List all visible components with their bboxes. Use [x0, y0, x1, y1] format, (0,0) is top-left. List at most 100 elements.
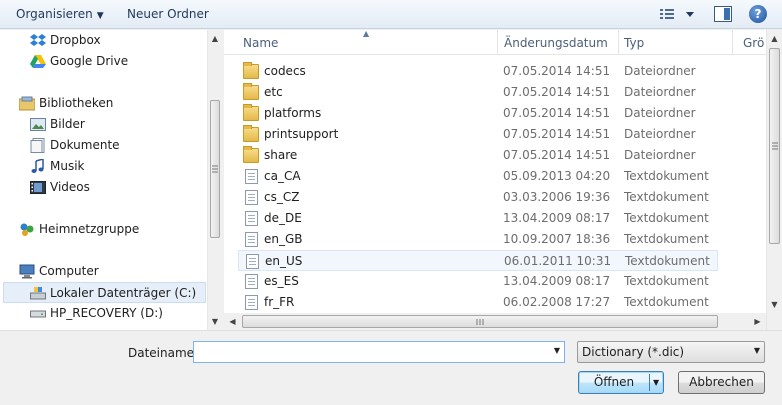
nav-item-dropbox[interactable]: Dropbox	[30, 30, 200, 51]
nav-item-google-drive[interactable]: Google Drive	[30, 51, 200, 72]
pictures-icon	[30, 118, 46, 131]
filename-label: Dateiname:	[128, 346, 199, 360]
column-header-size[interactable]: Grö	[743, 36, 764, 50]
file-name: codecs	[264, 64, 306, 78]
organize-label: Organisieren	[16, 7, 93, 21]
videos-icon	[30, 181, 46, 194]
file-row[interactable]: platforms 07.05.2014 14:51 Dateiordner	[238, 103, 718, 124]
preview-pane-icon[interactable]	[714, 6, 732, 22]
folder-icon	[243, 62, 259, 79]
file-date: 05.09.2013 04:20	[503, 169, 611, 183]
nav-item-homegroup[interactable]: Heimnetzgruppe	[19, 219, 199, 240]
text-document-icon	[245, 274, 258, 289]
file-row[interactable]: codecs 07.05.2014 14:51 Dateiordner	[238, 61, 718, 82]
file-row[interactable]: etc 07.05.2014 14:51 Dateiordner	[238, 82, 718, 103]
column-header-type[interactable]: Typ	[624, 36, 644, 50]
nav-item-label: Google Drive	[50, 54, 129, 68]
file-date: 07.05.2014 14:51	[503, 106, 611, 120]
file-row[interactable]: en_GB 10.09.2007 18:36 Textdokument	[238, 229, 718, 250]
help-icon[interactable]: ?	[749, 5, 767, 23]
nav-item-pictures[interactable]: Bilder	[30, 114, 200, 135]
scroll-left-icon[interactable]: ◀	[224, 313, 241, 330]
file-date: 03.03.2006 19:36	[503, 190, 611, 204]
file-type: Dateiordner	[624, 106, 696, 120]
file-type-filter-value: Dictionary (*.dic)	[582, 345, 685, 359]
nav-item-documents[interactable]: Dokumente	[30, 135, 200, 156]
text-document-icon	[245, 190, 258, 205]
nav-item-libraries[interactable]: Bibliotheken	[19, 93, 199, 114]
scroll-up-icon[interactable]: ▲	[208, 30, 222, 47]
column-header-name[interactable]: Name	[243, 36, 278, 50]
open-options-chevron-icon[interactable]: ▼	[653, 372, 659, 393]
homegroup-icon	[20, 223, 34, 236]
file-name: fr_FR	[264, 295, 295, 309]
nav-item-label: Musik	[50, 159, 85, 173]
music-icon	[31, 159, 44, 173]
file-type: Textdokument	[624, 232, 709, 246]
nav-item-label: Computer	[39, 264, 99, 278]
text-document-icon	[245, 232, 258, 247]
organize-button[interactable]: Organisieren ▼	[16, 7, 104, 21]
file-row[interactable]: es_ES 13.04.2009 08:17 Textdokument	[238, 271, 718, 292]
file-type: Textdokument	[624, 190, 709, 204]
column-header-row: ▲ Name Änderungsdatum Typ Grö	[224, 30, 766, 55]
scroll-down-icon[interactable]: ▼	[208, 313, 222, 330]
nav-item-label: Heimnetzgruppe	[39, 222, 140, 236]
cancel-button[interactable]: Abbrechen	[678, 371, 765, 394]
file-row[interactable]: fr_FR 06.02.2008 17:27 Textdokument	[238, 292, 718, 313]
file-type: Dateiordner	[624, 148, 696, 162]
nav-scrollbar-thumb[interactable]	[210, 100, 220, 238]
drive-icon	[30, 310, 46, 318]
file-name: en_GB	[264, 232, 303, 246]
file-row[interactable]: cs_CZ 03.03.2006 19:36 Textdokument	[238, 187, 718, 208]
file-row-hovered[interactable]: en_US 06.01.2011 10:31 Textdokument	[238, 250, 718, 271]
horizontal-scrollbar-thumb[interactable]	[242, 315, 718, 328]
nav-scrollbar[interactable]: ▲ ▼	[207, 30, 222, 330]
filename-input[interactable]	[194, 342, 544, 362]
file-type: Dateiordner	[624, 127, 696, 141]
file-list-horizontal-scrollbar[interactable]: ◀ ▶	[224, 313, 766, 330]
file-date: 10.09.2007 18:36	[503, 232, 611, 246]
sort-ascending-icon: ▲	[363, 30, 370, 38]
file-list-scrollbar[interactable]: ▲ ▼	[766, 30, 782, 313]
computer-icon	[19, 264, 35, 279]
file-row[interactable]: printsupport 07.05.2014 14:51 Dateiordner	[238, 124, 718, 145]
documents-icon	[30, 138, 45, 153]
scroll-right-icon[interactable]: ▶	[749, 313, 766, 330]
nav-item-videos[interactable]: Videos	[30, 177, 200, 198]
nav-item-label: Dropbox	[50, 33, 101, 47]
file-name: es_ES	[264, 274, 299, 288]
file-date: 07.05.2014 14:51	[503, 64, 611, 78]
file-name: printsupport	[264, 127, 339, 141]
change-view-button[interactable]	[660, 8, 700, 22]
file-list-scrollbar-thumb[interactable]	[769, 48, 780, 244]
file-type: Dateiordner	[624, 64, 696, 78]
open-button[interactable]: Öffnen ▼	[578, 371, 664, 394]
file-date: 07.05.2014 14:51	[503, 85, 611, 99]
nav-item-label: Bibliotheken	[39, 96, 114, 110]
file-type-filter-select[interactable]: Dictionary (*.dic) ▼	[577, 341, 765, 363]
file-date: 13.04.2009 08:17	[503, 211, 611, 225]
file-list: ▲ Name Änderungsdatum Typ Grö codecs 07.0…	[224, 30, 766, 313]
nav-item-music[interactable]: Musik	[30, 156, 200, 177]
file-name: cs_CZ	[264, 190, 300, 204]
scroll-up-icon[interactable]: ▲	[767, 30, 782, 47]
nav-item-label: Videos	[50, 180, 90, 194]
nav-item-hp-recovery-d[interactable]: HP_RECOVERY (D:)	[30, 303, 200, 324]
column-header-date[interactable]: Änderungsdatum	[504, 36, 608, 50]
text-document-icon	[245, 169, 258, 184]
nav-item-computer[interactable]: Computer	[19, 261, 199, 282]
scroll-down-icon[interactable]: ▼	[767, 296, 782, 313]
filename-combobox[interactable]: ▼	[193, 341, 565, 363]
file-row[interactable]: ca_CA 05.09.2013 04:20 Textdokument	[238, 166, 718, 187]
chevron-down-icon[interactable]: ▼	[554, 346, 560, 355]
chevron-down-icon: ▼	[753, 346, 760, 355]
file-type: Dateiordner	[624, 85, 696, 99]
file-row[interactable]: share 07.05.2014 14:51 Dateiordner	[238, 145, 718, 166]
navigation-pane: Dropbox Google Drive Bibliotheken Bilder…	[0, 30, 207, 330]
nav-item-local-disk-c[interactable]: Lokaler Datenträger (C:)	[3, 282, 206, 303]
libraries-icon	[19, 96, 35, 111]
nav-item-label: Lokaler Datenträger (C:)	[50, 286, 197, 300]
file-row[interactable]: de_DE 13.04.2009 08:17 Textdokument	[238, 208, 718, 229]
new-folder-button[interactable]: Neuer Ordner	[127, 7, 209, 21]
